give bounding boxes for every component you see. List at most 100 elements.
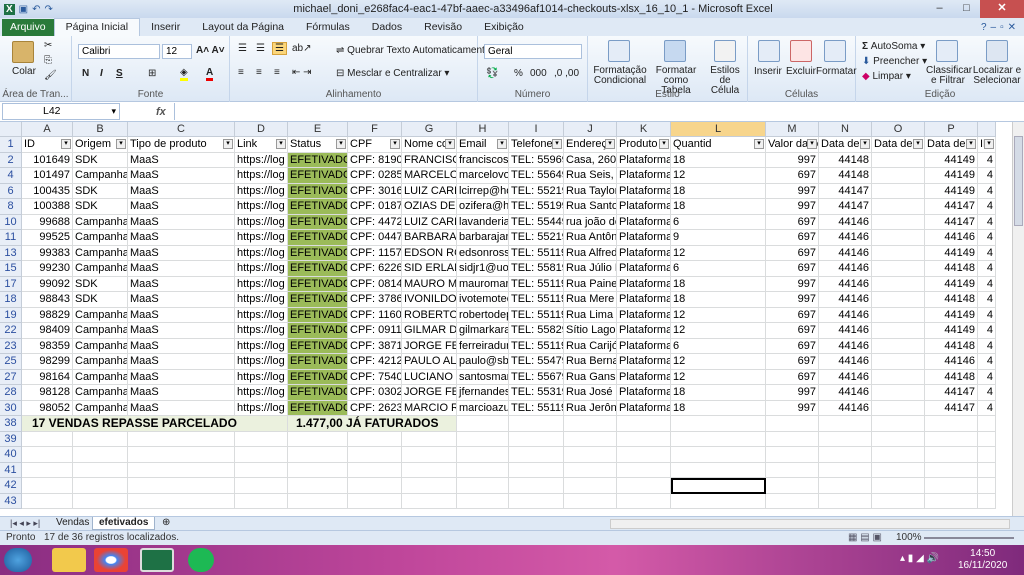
cell[interactable]: 44147 [925,214,978,230]
cell[interactable]: SDK [73,292,128,308]
cell[interactable]: EDSON RO [402,245,457,261]
cell[interactable]: barbarajan [457,230,509,246]
cell[interactable]: ROBERTO [402,307,457,323]
cell[interactable]: Campanha [73,385,128,401]
cell[interactable] [73,493,128,509]
cell[interactable]: CPF: 38715 [348,338,402,354]
cell[interactable] [671,416,766,432]
status-cell[interactable]: EFETIVADO [288,245,348,261]
cell[interactable] [128,493,235,509]
row-header[interactable]: 40 [0,447,22,463]
format-table-icon[interactable] [664,40,686,62]
percent-button[interactable]: % [514,68,523,79]
column-title[interactable]: Produto ▾ [617,137,671,153]
cell[interactable]: CPF: 03027 [348,385,402,401]
cell[interactable]: 697 [766,168,819,184]
row-header[interactable]: 27 [0,369,22,385]
cell[interactable]: OZIAS DE L [402,199,457,215]
merge-center-button[interactable]: ⊟ Mesclar e Centralizar ▾ [336,68,449,79]
cell[interactable] [925,431,978,447]
cell[interactable]: 997 [766,152,819,168]
cell[interactable] [872,168,925,184]
filter-dropdown-icon[interactable]: ▾ [754,139,764,149]
column-header-G[interactable]: G [402,122,457,137]
cell[interactable]: 18 [671,183,766,199]
cell[interactable]: JORGE FER [402,338,457,354]
column-title[interactable]: Origem ▾ [73,137,128,153]
status-cell[interactable]: EFETIVADO [288,152,348,168]
cell[interactable] [564,431,617,447]
cell[interactable]: Plataforma [617,338,671,354]
cell[interactable] [872,292,925,308]
cell[interactable]: MARCIO R [402,400,457,416]
cell[interactable] [348,478,402,494]
row-header[interactable]: 11 [0,230,22,246]
filter-dropdown-icon[interactable]: ▾ [223,139,233,149]
explorer-icon[interactable] [52,548,86,572]
cell[interactable] [872,400,925,416]
cell[interactable]: MaaS [128,369,235,385]
cell[interactable]: Campanha [73,338,128,354]
chrome-icon[interactable] [94,548,128,572]
row-header[interactable]: 8 [0,199,22,215]
cell[interactable]: 99383 [22,245,73,261]
cell[interactable]: Plataforma [617,245,671,261]
cell[interactable]: 18 [671,385,766,401]
cell[interactable]: Plataforma [617,199,671,215]
cell[interactable]: 44146 [819,385,872,401]
cell[interactable] [671,462,766,478]
cell[interactable]: 44146 [819,323,872,339]
cell[interactable]: MaaS [128,168,235,184]
cell[interactable]: 44148 [925,338,978,354]
cell[interactable]: lavanderia [457,214,509,230]
status-cell[interactable] [288,431,348,447]
cell[interactable]: 12 [671,245,766,261]
cell[interactable]: PAULO ALI [402,354,457,370]
cell[interactable]: Campanha [73,261,128,277]
status-cell[interactable]: EFETIVADO [288,338,348,354]
cell[interactable]: CPF: 11604 [348,307,402,323]
cell[interactable]: 98299 [22,354,73,370]
cell[interactable]: santosmar [457,369,509,385]
column-title[interactable]: Endereço ▾ [564,137,617,153]
row-header[interactable]: 41 [0,462,22,478]
cell[interactable]: 9 [671,230,766,246]
cell[interactable]: 100388 [22,199,73,215]
cell[interactable]: 4 [978,400,996,416]
filter-dropdown-icon[interactable]: ▾ [116,139,126,149]
row-header[interactable]: 23 [0,338,22,354]
cell[interactable]: CPF: 81907 [348,152,402,168]
column-title[interactable]: Data de ▾ [925,137,978,153]
cell[interactable] [872,338,925,354]
delete-cells-icon[interactable] [790,40,812,62]
column-header-A[interactable]: A [22,122,73,137]
cell[interactable]: CPF: 09111 [348,323,402,339]
cell[interactable]: 697 [766,338,819,354]
cell[interactable] [402,493,457,509]
spotify-icon[interactable] [188,548,214,572]
cell[interactable] [402,462,457,478]
column-title[interactable]: Telefone ▾ [509,137,564,153]
status-cell[interactable]: EFETIVADO [288,261,348,277]
cell[interactable]: 4 [978,214,996,230]
cell[interactable]: https://log [235,230,288,246]
cell[interactable] [766,478,819,494]
cell[interactable]: https://log [235,323,288,339]
cell[interactable]: CPF: 01879 [348,199,402,215]
workbook-close-icon[interactable]: ✕ [1008,22,1016,33]
cell[interactable]: LUIZ CARLO [402,183,457,199]
cell[interactable] [235,462,288,478]
cell[interactable]: 12 [671,168,766,184]
cell[interactable]: MaaS [128,323,235,339]
insert-cells-icon[interactable] [758,40,780,62]
cell[interactable] [766,462,819,478]
column-title[interactable]: Link ▾ [235,137,288,153]
restore-icon[interactable]: ▫ [1000,22,1004,33]
wrap-text-button[interactable]: ⇌ Quebrar Texto Automaticamente [336,45,490,56]
cell[interactable]: JORGE FER [402,385,457,401]
row-header[interactable]: 2 [0,152,22,168]
font-color-icon[interactable]: A [206,67,214,81]
cell[interactable] [872,199,925,215]
cell[interactable]: Sítio Lagoa [564,323,617,339]
column-header-I[interactable]: I [509,122,564,137]
